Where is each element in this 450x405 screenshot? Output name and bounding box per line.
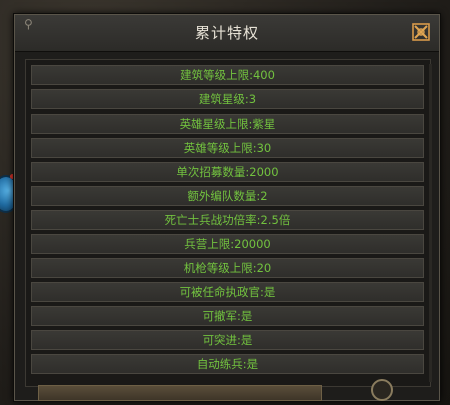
bottom-knob-button[interactable] <box>371 379 393 401</box>
privileges-dialog: 累计特权 建筑等级上限:400 建筑星级:3 英雄星级上限:紫星 英雄等级上限:… <box>14 14 440 401</box>
privilege-row: 死亡士兵战功倍率:2.5倍 <box>31 210 424 230</box>
close-icon <box>412 23 430 41</box>
pin-icon: ⚲ <box>24 17 33 31</box>
dialog-title: 累计特权 <box>194 24 259 42</box>
privilege-row: 建筑星级:3 <box>31 89 424 109</box>
scrollbar[interactable] <box>429 64 432 382</box>
privilege-row: 可被任命执政官:是 <box>31 282 424 302</box>
privilege-row: 机枪等级上限:20 <box>31 258 424 278</box>
privileges-list[interactable]: 建筑等级上限:400 建筑星级:3 英雄星级上限:紫星 英雄等级上限:30 单次… <box>25 59 432 387</box>
privilege-row: 兵营上限:20000 <box>31 234 424 254</box>
privilege-row: 单次招募数量:2000 <box>31 162 424 182</box>
dialog-titlebar: 累计特权 <box>15 15 439 52</box>
privilege-row: 额外编队数量:2 <box>31 186 424 206</box>
privilege-row: 可突进:是 <box>31 330 424 350</box>
bottom-bar <box>38 385 322 401</box>
privilege-row: 英雄等级上限:30 <box>31 138 424 158</box>
privilege-row: 英雄星级上限:紫星 <box>31 114 424 134</box>
privilege-row: 建筑等级上限:400 <box>31 65 424 85</box>
close-button[interactable] <box>411 22 431 42</box>
privilege-row: 自动练兵:是 <box>31 354 424 374</box>
privilege-row: 可撤军:是 <box>31 306 424 326</box>
